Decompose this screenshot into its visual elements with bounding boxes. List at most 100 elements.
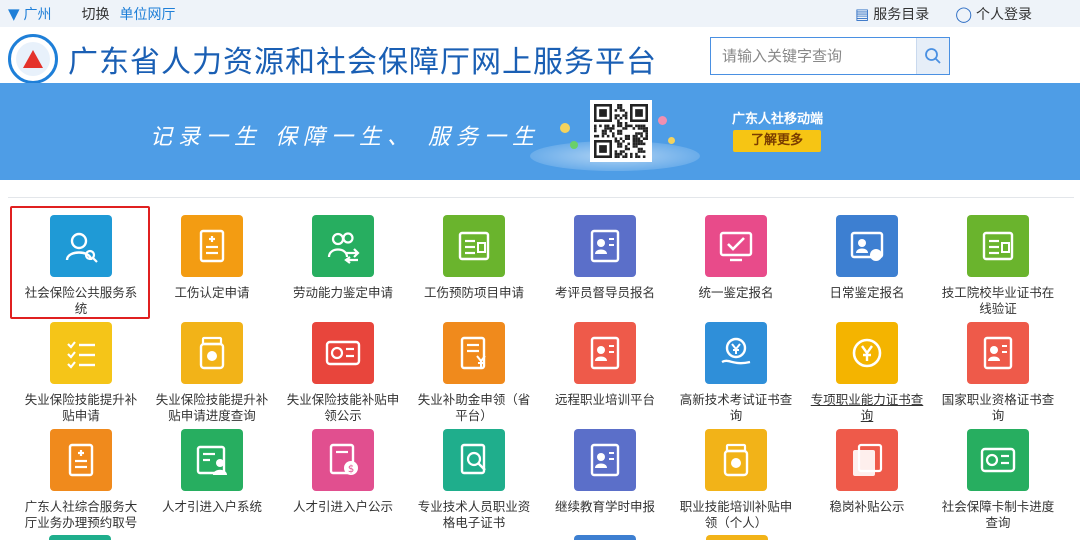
service-label[interactable]: 广东人社综合服务大厅业务办理预约取号 (16, 499, 146, 531)
service-tile[interactable] (967, 429, 1029, 491)
catalog-icon: ▤ (855, 5, 870, 23)
banner-slogan: 记录一生 保障一生、 服务一生 (150, 125, 540, 150)
pill-bottle-icon (723, 443, 749, 477)
service-tile[interactable] (443, 429, 505, 491)
location-switcher: ▼ 广州 切换 单位网厅 (8, 4, 176, 24)
site-title: 广东省人力资源和社会保障厅网上服务平台 (68, 45, 657, 80)
service-tile[interactable] (312, 322, 374, 384)
service-item[interactable]: 失业保险技能补贴申领公示 (278, 322, 408, 424)
certificate-icon (850, 231, 884, 261)
service-label[interactable]: 工伤预防项目申请 (409, 285, 539, 301)
service-item[interactable]: 人才引进入户系统 (147, 429, 277, 515)
service-tile[interactable] (443, 215, 505, 277)
service-label[interactable]: 工伤认定申请 (147, 285, 277, 301)
service-label[interactable]: 专项职业能力证书查询 (802, 392, 932, 424)
service-item[interactable]: 劳动能力鉴定申请 (278, 215, 408, 301)
current-city-link[interactable]: 广州 (24, 4, 52, 24)
service-label[interactable]: 失业保险技能提升补贴申请 (16, 392, 146, 424)
service-tile[interactable] (181, 429, 243, 491)
service-label[interactable]: 考评员督导员报名 (540, 285, 670, 301)
service-tile[interactable] (312, 215, 374, 277)
service-tile[interactable] (836, 429, 898, 491)
service-item[interactable]: 专业技术人员职业资格电子证书 (409, 429, 539, 531)
users-exchange-icon (327, 232, 360, 264)
service-item[interactable]: 考评员督导员报名 (540, 215, 670, 301)
decor-dot (570, 141, 578, 149)
service-label[interactable]: 人才引进入户系统 (147, 499, 277, 515)
service-label[interactable]: 高新技术考试证书查询 (671, 392, 801, 424)
personal-login-label: 个人登录 (976, 7, 1032, 23)
switch-city-link[interactable]: 切换 (82, 4, 110, 24)
service-label[interactable]: 人才引进入户公示 (278, 499, 408, 515)
service-label[interactable]: 国家职业资格证书查询 (933, 392, 1063, 424)
service-item[interactable]: 广东人社综合服务大厅业务办理预约取号 (16, 429, 146, 531)
service-label[interactable]: 继续教育学时申报 (540, 499, 670, 515)
promo-banner[interactable]: 记录一生 保障一生、 服务一生 广东人社移动端 了解更多 (0, 83, 1080, 180)
service-label[interactable]: 统一鉴定报名 (671, 285, 801, 301)
service-item[interactable]: 职业技能培训补贴申领（个人） (671, 429, 801, 531)
service-item[interactable]: 工伤预防项目申请 (409, 215, 539, 301)
service-item[interactable]: 远程职业培训平台 (540, 322, 670, 408)
service-tile[interactable] (836, 215, 898, 277)
mobile-app-label: 广东人社移动端 (732, 112, 824, 127)
document-search-icon (460, 443, 486, 475)
decor-dot (658, 116, 667, 125)
service-tile[interactable] (967, 215, 1029, 277)
id-card-icon (590, 443, 620, 477)
service-tile[interactable] (705, 429, 767, 491)
site-logo[interactable] (8, 34, 58, 84)
service-item[interactable]: $ 人才引进入户公示 (278, 429, 408, 515)
service-item[interactable]: 失业补助金申领（省平台） (409, 322, 539, 424)
form-icon (982, 231, 1014, 261)
service-tile[interactable] (50, 322, 112, 384)
service-item[interactable]: 社会保障卡制卡进度查询 (933, 429, 1063, 531)
service-label[interactable]: 专业技术人员职业资格电子证书 (409, 499, 539, 531)
service-tile-partial (49, 535, 111, 540)
service-label[interactable]: 远程职业培训平台 (540, 392, 670, 408)
service-tile[interactable] (705, 322, 767, 384)
logo-emblem-icon (16, 42, 50, 76)
service-tile[interactable] (705, 215, 767, 277)
service-tile[interactable] (181, 215, 243, 277)
service-label[interactable]: 技工院校毕业证书在线验证 (933, 285, 1063, 317)
search-button[interactable] (916, 38, 949, 74)
service-tile[interactable] (443, 322, 505, 384)
service-item[interactable]: 失业保险技能提升补贴申请 (16, 322, 146, 424)
decor-dot (560, 123, 570, 133)
service-catalog-label: 服务目录 (873, 7, 930, 23)
selected-service-highlight (10, 206, 150, 319)
unit-hall-link[interactable]: 单位网厅 (120, 4, 176, 24)
service-item[interactable]: 技工院校毕业证书在线验证 (933, 215, 1063, 317)
service-item[interactable]: 稳岗补贴公示 (802, 429, 932, 515)
service-tile[interactable] (967, 322, 1029, 384)
service-label[interactable]: 职业技能培训补贴申领（个人） (671, 499, 801, 531)
service-label[interactable]: 劳动能力鉴定申请 (278, 285, 408, 301)
service-tile[interactable] (574, 215, 636, 277)
search-input[interactable] (711, 38, 916, 74)
service-item[interactable]: 工伤认定申请 (147, 215, 277, 301)
service-item[interactable]: 继续教育学时申报 (540, 429, 670, 515)
service-tile[interactable] (836, 322, 898, 384)
service-tile[interactable] (181, 322, 243, 384)
service-item[interactable]: 专项职业能力证书查询 (802, 322, 932, 424)
service-label[interactable]: 社会保障卡制卡进度查询 (933, 499, 1063, 531)
service-label[interactable]: 失业补助金申领（省平台） (409, 392, 539, 424)
personal-login-link[interactable]: ◯ 个人登录 (955, 4, 1032, 24)
site-header: 广东省人力资源和社会保障厅网上服务平台 (0, 27, 1080, 84)
service-label[interactable]: 失业保险技能提升补贴申请进度查询 (147, 392, 277, 424)
service-tile[interactable] (574, 429, 636, 491)
learn-more-button[interactable]: 了解更多 (733, 130, 821, 152)
service-item[interactable]: 高新技术考试证书查询 (671, 322, 801, 424)
service-item[interactable]: 国家职业资格证书查询 (933, 322, 1063, 424)
service-item[interactable]: 日常鉴定报名 (802, 215, 932, 301)
service-label[interactable]: 失业保险技能补贴申领公示 (278, 392, 408, 424)
service-tile[interactable]: $ (312, 429, 374, 491)
service-item[interactable]: 失业保险技能提升补贴申请进度查询 (147, 322, 277, 424)
service-label[interactable]: 日常鉴定报名 (802, 285, 932, 301)
service-tile[interactable] (574, 322, 636, 384)
service-catalog-link[interactable]: ▤ 服务目录 (855, 4, 929, 24)
card-icon (980, 447, 1016, 473)
service-tile[interactable] (50, 429, 112, 491)
service-item[interactable]: 统一鉴定报名 (671, 215, 801, 301)
service-label[interactable]: 稳岗补贴公示 (802, 499, 932, 515)
